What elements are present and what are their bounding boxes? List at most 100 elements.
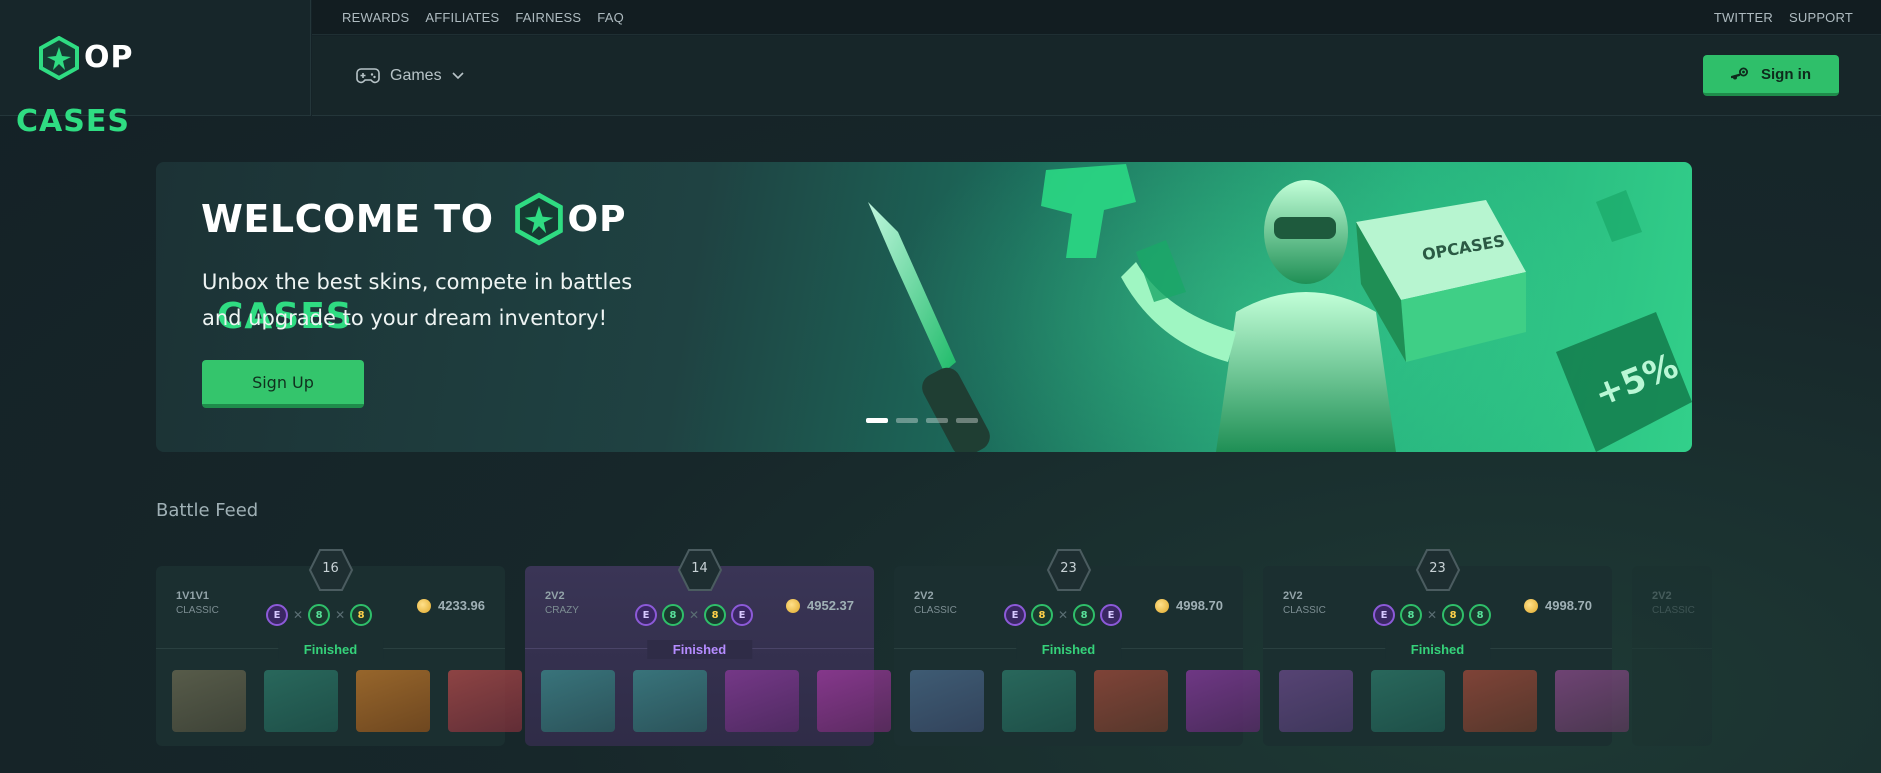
- player-avatar[interactable]: 8: [1400, 604, 1422, 626]
- case-thumbnail[interactable]: [356, 670, 430, 732]
- carousel-dot[interactable]: [866, 418, 888, 423]
- case-thumbnail[interactable]: [633, 670, 707, 732]
- player-avatar[interactable]: E: [731, 604, 754, 626]
- player-avatar[interactable]: E: [1373, 604, 1395, 626]
- battle-price: 4998.70: [1155, 598, 1223, 613]
- battle-price: 4998.70: [1524, 598, 1592, 613]
- battle-mode: 2V2 CLASSIC: [914, 590, 957, 616]
- battle-card[interactable]: 23 2V2 CLASSIC E 8 ✕ 8 E 4998.70 Finished: [894, 549, 1260, 746]
- coin-icon: [1155, 598, 1169, 613]
- carousel-dot[interactable]: [926, 418, 948, 423]
- link-rewards[interactable]: REWARDS: [342, 10, 409, 25]
- player-avatar[interactable]: 8: [1442, 604, 1465, 626]
- battle-mode: 2V2 CLASSIC: [1283, 590, 1326, 616]
- versus-icon: ✕: [689, 608, 700, 622]
- battle-players: E 8 ✕ 8 E: [1004, 604, 1123, 626]
- battle-card[interactable]: 16 1V1V1 CLASSIC E ✕ 8 ✕ 8 4233.96 Finished: [156, 549, 522, 746]
- hero-banner[interactable]: OPCASES +5% WELCOME TO OP CASES Unbox the…: [156, 162, 1692, 452]
- rounds-badge: 23: [1415, 548, 1461, 592]
- battle-mode-label: 2V2: [545, 590, 565, 602]
- battle-type-label: CLASSIC: [1652, 605, 1695, 616]
- case-thumbnail[interactable]: [910, 670, 984, 732]
- battle-card[interactable]: 23 2V2 CLASSIC E 8 ✕ 8 8 4998.70 Finished: [1263, 549, 1629, 746]
- rounds-count: 14: [691, 561, 708, 576]
- link-affiliates[interactable]: AFFILIATES: [425, 10, 499, 25]
- player-avatar[interactable]: 8: [1031, 604, 1053, 626]
- battle-price-value: 4952.37: [807, 598, 854, 613]
- case-thumbnail[interactable]: [1371, 670, 1445, 732]
- brand-logo[interactable]: OP CASES: [16, 35, 134, 139]
- versus-icon: ✕: [1058, 608, 1069, 622]
- link-support[interactable]: SUPPORT: [1789, 10, 1853, 25]
- battle-type-label: CLASSIC: [1283, 605, 1326, 616]
- brand-wordmark: OP CASES: [16, 40, 134, 139]
- case-thumbnail[interactable]: [1463, 670, 1537, 732]
- case-thumbnail[interactable]: [1094, 670, 1168, 732]
- battle-mode-label: 2V2: [1283, 590, 1303, 602]
- carousel-dots: [866, 418, 978, 423]
- logo-area[interactable]: OP CASES: [0, 0, 311, 139]
- player-avatar[interactable]: 8: [1469, 604, 1492, 626]
- versus-icon: ✕: [335, 608, 346, 622]
- player-avatar[interactable]: E: [1100, 604, 1123, 626]
- battle-price-value: 4233.96: [438, 598, 485, 613]
- battle-mode-label: 2V2: [1652, 590, 1672, 602]
- coin-icon: [786, 598, 800, 613]
- case-thumbnail[interactable]: [448, 670, 522, 732]
- case-thumbnail[interactable]: [1186, 670, 1260, 732]
- hero-subtitle: Unbox the best skins, compete in battles…: [202, 270, 633, 330]
- battle-price: 4233.96: [417, 598, 485, 613]
- player-avatar[interactable]: 8: [350, 604, 373, 626]
- sign-in-button[interactable]: Sign in: [1703, 55, 1839, 96]
- player-avatar[interactable]: 8: [704, 604, 727, 626]
- carousel-dot[interactable]: [896, 418, 918, 423]
- case-thumbnail[interactable]: [1555, 670, 1629, 732]
- case-thumbnail[interactable]: [541, 670, 615, 732]
- rounds-count: 23: [1060, 561, 1077, 576]
- case-thumbnail[interactable]: [1279, 670, 1353, 732]
- hero-welcome-text: WELCOME TO: [201, 197, 494, 241]
- battle-cases: [541, 670, 891, 732]
- case-thumbnail[interactable]: [725, 670, 799, 732]
- rounds-count: 16: [322, 561, 339, 576]
- battle-feed-title: Battle Feed: [156, 500, 259, 521]
- battle-status: Finished: [277, 640, 384, 659]
- battle-price-value: 4998.70: [1176, 598, 1223, 613]
- brand-name-part1: OP: [84, 40, 134, 75]
- chevron-down-icon: [452, 71, 464, 79]
- link-faq[interactable]: FAQ: [597, 10, 624, 25]
- player-avatar[interactable]: 8: [1073, 604, 1096, 626]
- hero-logo: OP CASES: [217, 192, 627, 337]
- case-thumbnail[interactable]: [817, 670, 891, 732]
- hero-soldier-artwork: OPCASES +5%: [868, 164, 1692, 452]
- player-avatar[interactable]: 8: [662, 604, 684, 626]
- player-avatar[interactable]: E: [266, 604, 288, 626]
- case-thumbnail[interactable]: [1002, 670, 1076, 732]
- player-avatar[interactable]: E: [1004, 604, 1026, 626]
- battle-status: Finished: [1384, 640, 1491, 659]
- brand-hexagon-icon: [39, 35, 79, 80]
- coin-icon: [1524, 598, 1538, 613]
- coin-icon: [417, 598, 431, 613]
- rounds-badge: 14: [677, 548, 723, 592]
- link-twitter[interactable]: TWITTER: [1714, 10, 1773, 25]
- steam-icon: [1731, 67, 1748, 80]
- sign-up-button[interactable]: Sign Up: [202, 360, 364, 408]
- battle-card[interactable]: 14 2V2 CRAZY E 8 ✕ 8 E 4952.37 Finished: [525, 549, 891, 746]
- versus-icon: ✕: [293, 608, 304, 622]
- battle-card[interactable]: 2V2 CLASSIC: [1632, 566, 1712, 746]
- case-thumbnail[interactable]: [172, 670, 246, 732]
- battle-players: E 8 ✕ 8 8: [1373, 604, 1492, 626]
- rounds-badge: 16: [308, 548, 354, 592]
- carousel-dot[interactable]: [956, 418, 978, 423]
- battle-mode: 2V2 CLASSIC: [1652, 590, 1695, 616]
- player-avatar[interactable]: E: [635, 604, 657, 626]
- top-links-right: TWITTER SUPPORT: [1714, 10, 1853, 25]
- games-dropdown[interactable]: Games: [356, 67, 464, 85]
- link-fairness[interactable]: FAIRNESS: [515, 10, 581, 25]
- versus-icon: ✕: [1427, 608, 1438, 622]
- battle-mode: 2V2 CRAZY: [545, 590, 579, 616]
- player-avatar[interactable]: 8: [308, 604, 331, 626]
- battle-mode: 1V1V1 CLASSIC: [176, 590, 219, 616]
- case-thumbnail[interactable]: [264, 670, 338, 732]
